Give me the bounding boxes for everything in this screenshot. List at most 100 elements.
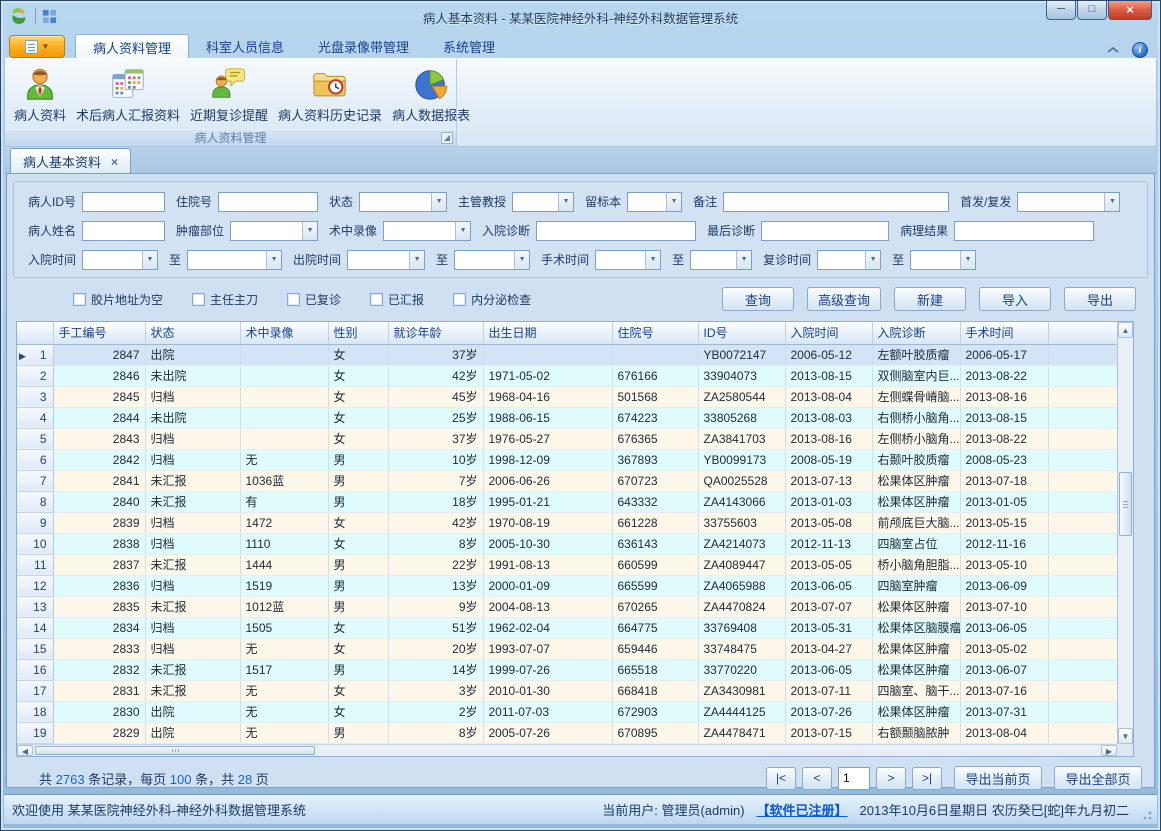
export-button[interactable]: 导出 [1064,287,1136,311]
collapse-ribbon-icon[interactable] [1104,42,1122,58]
column-header-6[interactable]: 就诊年龄 [388,322,483,344]
vertical-scroll-thumb[interactable] [1119,472,1132,536]
filter-combo-r1-5[interactable]: ▼ [627,192,682,212]
filter-combo-r1-4[interactable]: ▼ [512,192,574,212]
scroll-left-icon[interactable]: ◀ [17,745,33,756]
column-header-7[interactable]: 出生日期 [483,322,612,344]
table-row[interactable]: 162832未汇报1517男14岁1999-07-266655183377022… [17,659,1117,680]
row-header[interactable]: 17 [17,680,53,701]
maximize-button[interactable]: □ [1077,1,1107,20]
table-row[interactable]: 22846未出院女42岁1971-05-02676166339040732013… [17,365,1117,386]
chevron-down-icon[interactable]: ▼ [1104,193,1119,211]
ribbon-button-postop-report[interactable]: 术后病人汇报资料 [71,63,185,126]
filter-input-r2-4[interactable] [536,221,696,241]
document-tab-patient-basic-info[interactable]: 病人基本资料 × [10,148,131,174]
table-row[interactable]: ▶12847出院女37岁YB00721472006-05-12左额叶胶质瘤200… [17,344,1117,365]
row-header[interactable]: 9 [17,512,53,533]
row-header[interactable]: 8 [17,491,53,512]
filter-combo-r3-4[interactable]: ▼ [454,250,530,270]
scroll-down-icon[interactable]: ▼ [1118,728,1133,744]
filter-checkbox-5[interactable]: 内分泌检查 [453,291,531,308]
chevron-down-icon[interactable]: ▼ [645,251,660,269]
table-row[interactable]: 32845归档女45岁1968-04-16501568ZA25805442013… [17,386,1117,407]
advanced-search-button[interactable]: 高级查询 [807,287,881,311]
chevron-down-icon[interactable]: ▼ [736,251,751,269]
table-row[interactable]: 122836归档1519男13岁2000-01-09665599ZA406598… [17,575,1117,596]
chevron-down-icon[interactable]: ▼ [558,193,573,211]
chevron-down-icon[interactable]: ▼ [455,222,470,240]
filter-checkbox-4[interactable]: 已汇报 [370,291,424,308]
row-header[interactable]: 6 [17,449,53,470]
first-page-button[interactable]: |< [766,767,796,790]
table-row[interactable]: 152833归档无女20岁1993-07-0765944633748475201… [17,638,1117,659]
table-row[interactable]: 82840未汇报有男18岁1995-01-21643332ZA414306620… [17,491,1117,512]
export-all-pages-button[interactable]: 导出全部页 [1054,766,1142,790]
tab-close-icon[interactable]: × [111,155,118,169]
horizontal-scroll-thumb[interactable] [35,746,315,755]
row-header[interactable]: 18 [17,701,53,722]
table-row[interactable]: 132835未汇报1012蓝男9岁2004-08-13670265ZA44708… [17,596,1117,617]
filter-input-r2-5[interactable] [761,221,889,241]
filter-input-r2-6[interactable] [954,221,1094,241]
column-header-11[interactable]: 入院诊断 [872,322,960,344]
close-button[interactable]: × [1108,1,1152,20]
scroll-right-icon[interactable]: ▶ [1101,745,1117,756]
chevron-down-icon[interactable]: ▼ [431,193,446,211]
column-header-9[interactable]: ID号 [698,322,785,344]
ribbon-tab-1[interactable]: 病人资料管理 [75,34,189,58]
table-row[interactable]: 42844未出院女25岁1988-06-15674223338052682013… [17,407,1117,428]
row-header[interactable]: 4 [17,407,53,428]
row-header[interactable]: 13 [17,596,53,617]
filter-combo-r3-5[interactable]: ▼ [595,250,661,270]
column-header-3[interactable]: 状态 [145,322,240,344]
chevron-down-icon[interactable]: ▼ [960,251,975,269]
row-header[interactable]: 11 [17,554,53,575]
chevron-down-icon[interactable]: ▼ [865,251,880,269]
chevron-down-icon[interactable]: ▼ [409,251,424,269]
chevron-down-icon[interactable]: ▼ [666,193,681,211]
row-header[interactable]: 12 [17,575,53,596]
ribbon-button-history-folder[interactable]: 病人资料历史记录 [273,63,387,126]
table-row[interactable]: 192829出院无男8岁2005-07-26670895ZA4478471201… [17,722,1117,743]
registered-link[interactable]: 【软件已注册】 [757,800,848,819]
column-header-12[interactable]: 手术时间 [960,322,1048,344]
filter-combo-r3-6[interactable]: ▼ [690,250,752,270]
row-header[interactable]: 10 [17,533,53,554]
table-row[interactable]: 52843归档女37岁1976-05-27676365ZA38417032013… [17,428,1117,449]
row-header[interactable]: 5 [17,428,53,449]
table-row[interactable]: 72841未汇报1036蓝男7岁2006-06-26670723QA002552… [17,470,1117,491]
minimize-button[interactable]: ─ [1046,1,1076,20]
filter-combo-r2-3[interactable]: ▼ [383,221,471,241]
row-header[interactable]: 14 [17,617,53,638]
table-row[interactable]: 112837未汇报1444男22岁1991-08-13660599ZA40894… [17,554,1117,575]
filter-combo-r3-7[interactable]: ▼ [817,250,881,270]
scroll-up-icon[interactable]: ▲ [1118,322,1133,338]
row-header[interactable]: 2 [17,365,53,386]
horizontal-scrollbar[interactable]: ◀ ▶ [17,744,1117,756]
column-header-2[interactable]: 手工编号 [53,322,145,344]
filter-input-r2-1[interactable] [82,221,165,241]
row-header[interactable]: 15 [17,638,53,659]
filter-input-r1-6[interactable] [723,192,949,212]
filter-checkbox-2[interactable]: 主任主刀 [192,291,258,308]
filter-checkbox-1[interactable]: 胶片地址为空 [73,291,163,308]
filter-input-r1-2[interactable] [218,192,318,212]
table-row[interactable]: 172831未汇报无女3岁2010-01-30668418ZA343098120… [17,680,1117,701]
dialog-launcher-icon[interactable]: ◢ [441,132,453,144]
column-header-10[interactable]: 入院时间 [785,322,872,344]
filter-input-r1-1[interactable] [82,192,165,212]
import-button[interactable]: 导入 [979,287,1051,311]
app-menu-button[interactable]: ▼ [9,35,65,58]
row-header[interactable]: 7 [17,470,53,491]
row-header[interactable]: 3 [17,386,53,407]
column-header-13[interactable] [1048,322,1117,344]
export-current-page-button[interactable]: 导出当前页 [954,766,1042,790]
ribbon-button-data-report[interactable]: 病人数据报表 [387,63,475,126]
table-row[interactable]: 142834归档1505女51岁1962-02-0466477533769408… [17,617,1117,638]
ribbon-button-followup-reminder[interactable]: 近期复诊提醒 [185,63,273,126]
filter-checkbox-3[interactable]: 已复诊 [287,291,341,308]
filter-combo-r3-3[interactable]: ▼ [347,250,425,270]
search-button[interactable]: 查询 [722,287,794,311]
ribbon-tab-3[interactable]: 光盘录像带管理 [301,34,426,58]
filter-combo-r3-1[interactable]: ▼ [82,250,158,270]
